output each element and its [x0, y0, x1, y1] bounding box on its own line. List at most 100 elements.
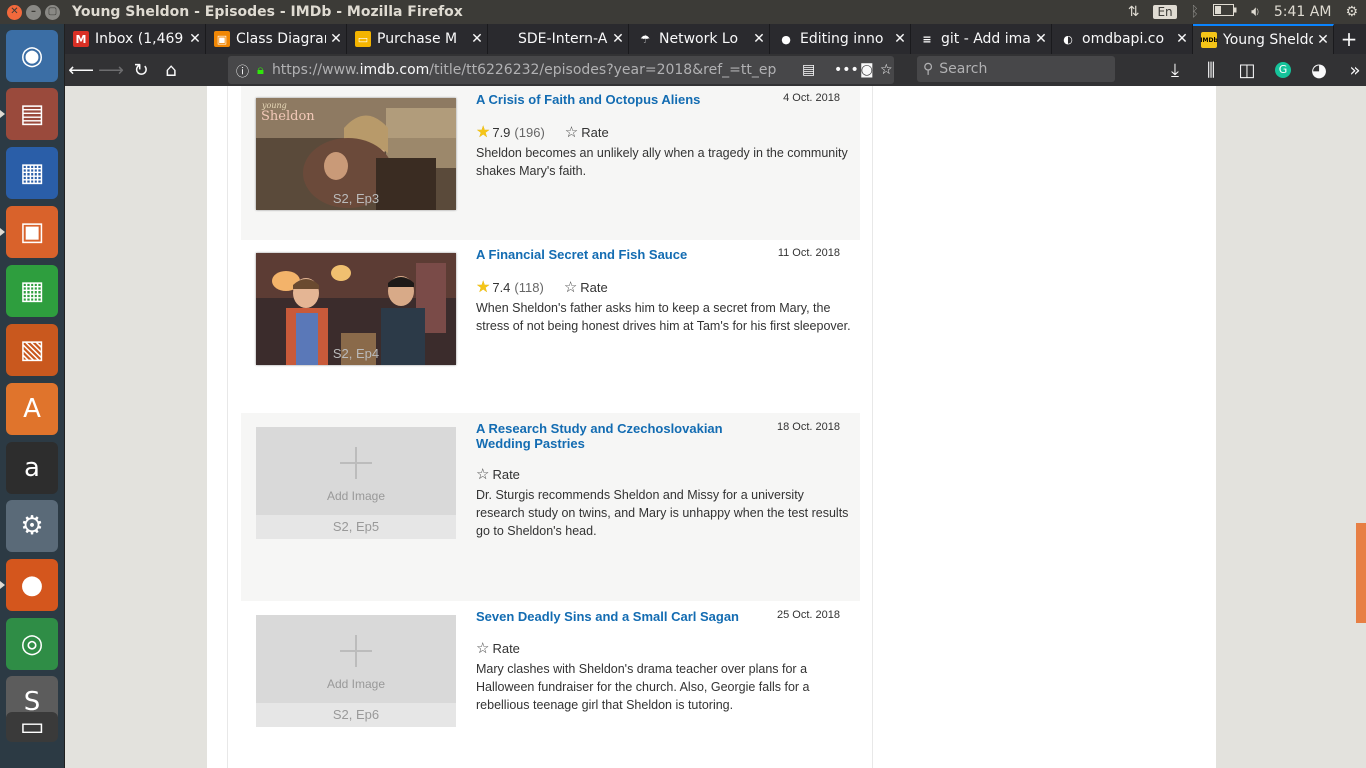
episode-title-link[interactable]: A Financial Secret and Fish Sauce — [476, 247, 746, 262]
file-cabinet-icon: ▤ — [19, 99, 45, 129]
close-tab-icon[interactable]: ✕ — [1172, 31, 1192, 47]
library-icon[interactable]: ⫼ — [1196, 56, 1226, 84]
clock[interactable]: 5:41 AM — [1274, 4, 1332, 20]
episode-description: Mary clashes with Sheldon's drama teache… — [476, 662, 810, 712]
overflow-menu-icon[interactable]: » — [1340, 56, 1366, 84]
rate-button[interactable]: ☆ Rate — [564, 278, 608, 296]
add-image-placeholder[interactable]: Add Image S2, Ep6 — [256, 615, 456, 727]
extension-icon[interactable]: ◕ — [1304, 56, 1334, 84]
add-image-placeholder[interactable]: Add Image S2, Ep5 — [256, 427, 456, 539]
url-bar[interactable]: ⓘ 🔒︎ https://www.imdb.com/title/tt622623… — [228, 56, 894, 84]
rate-button[interactable]: ☆ Rate — [476, 465, 520, 483]
browser-tab[interactable]: ≡ git - Add ima ✕ — [911, 24, 1052, 54]
launcher-files[interactable]: ▤ — [0, 88, 58, 140]
browser-tab[interactable]: ▭ Purchase M ✕ — [347, 24, 488, 54]
page-viewport: young Sheldon S2, Ep3 A Crisis of Faith and… — [65, 86, 1366, 768]
reload-button[interactable]: ↻ — [126, 56, 156, 84]
search-placeholder: Search — [939, 61, 988, 77]
keyboard-language-indicator[interactable]: En — [1153, 5, 1177, 19]
star-outline-icon: ☆ — [563, 279, 578, 296]
forward-button[interactable]: ⟶ — [96, 56, 126, 84]
episode-title-link[interactable]: A Research Study and Czechoslovakian Wed… — [476, 421, 746, 451]
secure-lock-icon[interactable]: 🔒︎ — [257, 63, 264, 78]
add-image-area[interactable]: Add Image — [256, 615, 456, 703]
launcher-firefox[interactable]: ● — [0, 559, 58, 611]
system-gear-icon[interactable]: ⚙ — [1345, 4, 1358, 20]
browser-tab[interactable]: SDE-Intern-Ass✕ — [488, 24, 629, 54]
add-image-label: Add Image — [326, 677, 386, 691]
url-text[interactable]: https://www.imdb.com/title/tt6226232/epi… — [272, 62, 782, 78]
github-icon: ● — [778, 31, 794, 47]
rating-value: 7.9 — [492, 124, 511, 140]
rate-button[interactable]: ☆ Rate — [565, 123, 609, 141]
close-tab-icon[interactable]: ✕ — [1313, 32, 1333, 48]
close-tab-icon[interactable]: ✕ — [326, 31, 346, 47]
episode-rating-row: ☆ Rate — [476, 465, 520, 483]
network-arrows-icon[interactable]: ⇅ — [1128, 4, 1140, 20]
reader-view-icon[interactable]: ▤ — [802, 62, 815, 78]
launcher-calc[interactable]: ▦ — [6, 265, 58, 317]
tab-label: Young Sheldo — [1223, 32, 1313, 48]
volume-icon[interactable]: 🔉︎ — [1251, 4, 1260, 20]
grammarly-icon[interactable]: G — [1268, 56, 1298, 84]
close-tab-icon[interactable]: ✕ — [185, 31, 205, 47]
episode-title-link[interactable]: Seven Deadly Sins and a Small Carl Sagan — [476, 609, 746, 624]
new-tab-button[interactable]: + — [1334, 24, 1364, 54]
launcher-impress[interactable]: ▧ — [6, 324, 58, 376]
page-actions-icon[interactable]: ••• — [834, 62, 859, 78]
rate-button[interactable]: ☆ Rate — [476, 639, 520, 657]
launcher-software[interactable]: A — [6, 383, 58, 435]
sidebar-icon[interactable]: ◫ — [1232, 56, 1262, 84]
tab-label: SDE-Intern-Ass — [518, 31, 608, 47]
downloads-icon[interactable]: ⤓ — [1160, 56, 1190, 84]
launcher-terminal[interactable]: ▭ — [6, 712, 58, 742]
plus-icon — [340, 447, 372, 479]
close-tab-icon[interactable]: ✕ — [890, 31, 910, 47]
browser-tab[interactable]: IMDb Young Sheldo ✕ — [1193, 24, 1334, 54]
scrollbar-thumb[interactable] — [1356, 523, 1366, 623]
home-button[interactable]: ⌂ — [156, 56, 186, 84]
launcher-writer[interactable]: ▦ — [6, 147, 58, 199]
site-info-icon[interactable]: ⓘ — [236, 61, 249, 80]
episode-thumbnail[interactable]: young Sheldon S2, Ep3 — [256, 98, 456, 210]
window-title: Young Sheldon - Episodes - IMDb - Mozill… — [72, 4, 463, 20]
running-indicator — [0, 110, 5, 118]
bluetooth-icon[interactable]: ᛒ — [1191, 4, 1199, 20]
launcher-settings[interactable]: ⚙ — [6, 500, 58, 552]
pocket-icon[interactable]: ◙ — [860, 62, 874, 78]
battery-icon[interactable] — [1213, 4, 1237, 20]
launcher-chrome[interactable]: ◎ — [6, 618, 58, 670]
bookmark-star-icon[interactable]: ☆ — [880, 62, 893, 78]
close-tab-icon[interactable]: ✕ — [608, 31, 628, 47]
search-bar[interactable]: ⚲ Search — [917, 56, 1115, 82]
maximize-window-button[interactable]: ▢ — [45, 4, 60, 20]
close-tab-icon[interactable]: ✕ — [467, 31, 487, 47]
writer-document-icon: ▦ — [19, 158, 45, 188]
tab-label: Class Diagram — [236, 31, 326, 47]
close-tab-icon[interactable]: ✕ — [1031, 31, 1051, 47]
browser-tab[interactable]: ● Editing inno ✕ — [770, 24, 911, 54]
unity-launcher: ◉ ▤ ▦ ▣ ▦ ▧ Aa ⚙ ● ◎ S ▭ — [0, 24, 65, 768]
browser-tab[interactable]: ▣ Class Diagram✕ — [206, 24, 347, 54]
close-tab-icon[interactable]: ✕ — [749, 31, 769, 47]
browser-tab[interactable]: M Inbox (1,469 ✕ — [65, 24, 206, 54]
plus-icon — [340, 635, 372, 667]
google-slides-icon: ▭ — [355, 31, 371, 47]
terminal-icon: ▭ — [19, 712, 45, 742]
add-image-area[interactable]: Add Image — [256, 427, 456, 515]
rating-value: 7.4 — [492, 279, 511, 295]
close-window-button[interactable]: ✕ — [7, 4, 22, 20]
tab-label: Network Lo — [659, 31, 739, 47]
launcher-ubuntu-dash[interactable]: ◉ — [6, 30, 58, 82]
launcher-file-manager[interactable]: ▣ — [0, 206, 58, 258]
episode-thumbnail[interactable]: S2, Ep4 — [256, 253, 456, 365]
episode-title-link[interactable]: A Crisis of Faith and Octopus Aliens — [476, 92, 746, 107]
back-button[interactable]: ⟵ — [66, 56, 96, 84]
browser-tab[interactable]: ◐ omdbapi.co ✕ — [1052, 24, 1193, 54]
episode-air-date: 25 Oct. 2018 — [777, 609, 840, 621]
launcher-amazon[interactable]: a — [6, 442, 58, 494]
browser-tab-bar: MInbox (1,469✕▣Class Diagram✕▭Purchase M… — [65, 24, 1366, 54]
minimize-window-button[interactable]: – — [26, 4, 41, 20]
episode-item: Add Image S2, Ep5 A Research Study and Cze… — [241, 413, 860, 601]
browser-tab[interactable]: ☂ Network Lo ✕ — [629, 24, 770, 54]
